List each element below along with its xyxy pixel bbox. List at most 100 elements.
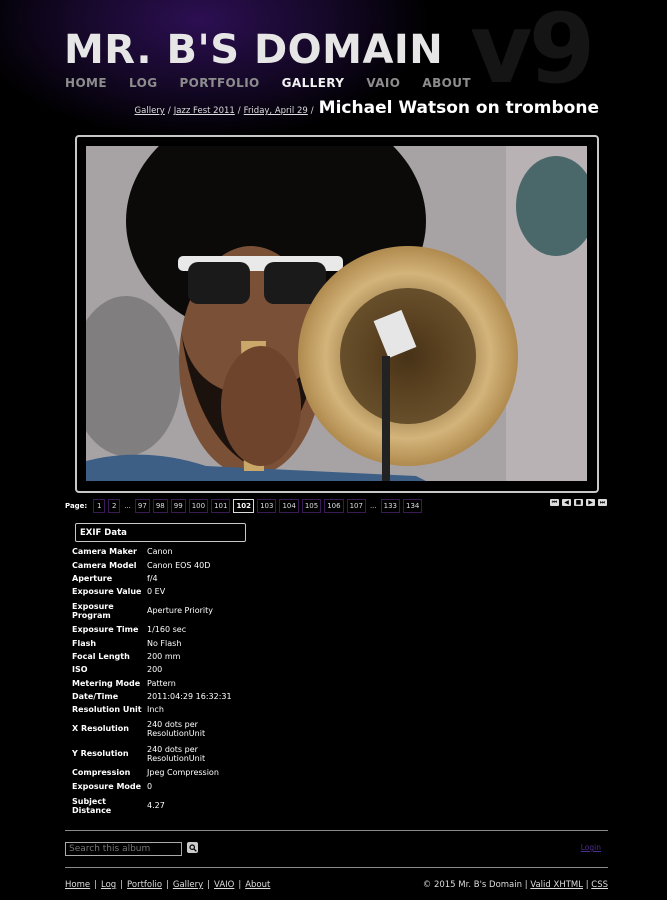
exif-key: Flash xyxy=(72,638,97,648)
exif-value: Pattern xyxy=(147,678,176,688)
footer-separator: | xyxy=(94,880,97,890)
exif-key: Date/Time xyxy=(72,692,119,701)
footer-link-vaio[interactable]: VAIO xyxy=(214,880,234,890)
page-title: Michael Watson on trombone xyxy=(318,98,599,118)
exif-key: Y Resolution xyxy=(72,749,129,758)
page-link[interactable]: 1 xyxy=(93,499,106,513)
exif-value: 200 xyxy=(147,665,163,674)
exif-key: Exposure Value xyxy=(72,587,142,596)
page-link[interactable]: 106 xyxy=(324,499,344,513)
breadcrumb-separator: / xyxy=(237,106,241,116)
exif-value: Canon xyxy=(147,547,173,556)
nav-gallery[interactable]: GALLERY xyxy=(282,76,345,90)
breadcrumb-jazz-fest[interactable]: Jazz Fest 2011 xyxy=(174,106,235,116)
exif-key: Resolution Unit xyxy=(72,705,142,714)
login-link[interactable]: Login xyxy=(581,843,601,852)
exif-key: Focal Length xyxy=(72,652,130,661)
pagination: Page: 1 2 ... 97 98 99 100 101 102 103 1… xyxy=(65,499,423,513)
page-link[interactable]: 133 xyxy=(380,499,400,513)
version-watermark: v9 xyxy=(470,0,595,105)
page-link[interactable]: 107 xyxy=(346,499,366,513)
footer-credits: © 2015 Mr. B's Domain | Valid XHTML | CS… xyxy=(423,880,608,890)
exif-key: ISO xyxy=(72,665,88,674)
css-link[interactable]: CSS xyxy=(591,880,608,890)
footer-link-gallery[interactable]: Gallery xyxy=(173,880,203,890)
exif-value: Canon EOS 40D xyxy=(147,560,211,570)
page-ellipsis: ... xyxy=(369,502,377,510)
page-link[interactable]: 97 xyxy=(134,499,150,513)
exif-key: Metering Mode xyxy=(72,678,141,688)
page-link[interactable]: 101 xyxy=(211,499,231,513)
nav-home[interactable]: HOME xyxy=(65,76,107,90)
exif-value: 200 mm xyxy=(147,652,181,661)
first-page-icon[interactable]: ⏮ xyxy=(550,499,559,506)
exif-heading: EXIF Data xyxy=(75,523,246,542)
nav-vaio[interactable]: VAIO xyxy=(366,76,400,90)
exif-value: 0 xyxy=(147,781,153,791)
breadcrumb-friday[interactable]: Friday, April 29 xyxy=(244,106,308,116)
page-link[interactable]: 100 xyxy=(188,499,209,513)
footer-link-log[interactable]: Log xyxy=(101,880,116,890)
footer-separator: | xyxy=(207,880,211,890)
exif-value: Inch xyxy=(147,705,164,714)
exif-value: Aperture Priority xyxy=(147,606,214,615)
breadcrumb-separator: / xyxy=(167,106,171,116)
breadcrumb: Gallery / Jazz Fest 2011 / Friday, April… xyxy=(135,98,599,118)
copyright-text: © 2015 Mr. B's Domain xyxy=(422,880,523,890)
footer-link-home[interactable]: Home xyxy=(65,880,90,890)
next-page-icon[interactable]: ▶ xyxy=(586,499,595,506)
exif-value: Jpeg Compression xyxy=(147,768,219,777)
page-link[interactable]: 99 xyxy=(170,499,186,513)
exif-table: Camera Maker Canon Camera Model Canon EOS … xyxy=(72,545,237,818)
prev-page-icon[interactable]: ◀ xyxy=(562,499,571,506)
footer-link-portfolio[interactable]: Portfolio xyxy=(127,880,162,890)
search-icon[interactable] xyxy=(187,842,198,853)
exif-value: 240 dots per ResolutionUnit xyxy=(147,719,206,738)
page-link[interactable]: 134 xyxy=(403,499,423,513)
page-link[interactable]: 2 xyxy=(108,499,121,513)
footer-nav: Home | Log | Portfolio | Gallery | VAIO | About xyxy=(65,880,270,890)
footer-separator: | xyxy=(238,880,242,890)
nav-portfolio[interactable]: PORTFOLIO xyxy=(179,76,259,90)
site-title[interactable]: MR. B'S DOMAIN xyxy=(64,26,443,74)
exif-value: 0 EV xyxy=(147,587,166,596)
photo-illustration xyxy=(86,146,587,481)
breadcrumb-separator: / xyxy=(310,106,314,116)
footer-link-about[interactable]: About xyxy=(245,880,270,890)
exif-key: Compression xyxy=(72,768,131,777)
exif-value: 240 dots per ResolutionUnit xyxy=(147,744,206,763)
slideshow-icon[interactable]: ■ xyxy=(574,499,583,506)
exif-key: X Resolution xyxy=(72,724,129,733)
nav-about[interactable]: ABOUT xyxy=(422,76,471,90)
current-page: 102 xyxy=(233,499,255,513)
page-ellipsis: ... xyxy=(124,502,131,510)
exif-key: Exposure Program xyxy=(72,601,114,620)
exif-key: Camera Model xyxy=(72,560,137,570)
exif-key: Exposure Time xyxy=(72,625,139,634)
page-link[interactable]: 103 xyxy=(257,499,277,513)
nav-log[interactable]: LOG xyxy=(129,76,157,90)
exif-key: Camera Maker xyxy=(72,547,137,556)
exif-value: 4.27 xyxy=(147,801,165,810)
exif-key: Exposure Mode xyxy=(72,781,142,791)
breadcrumb-gallery[interactable]: Gallery xyxy=(135,106,165,116)
main-nav: HOME LOG PORTFOLIO GALLERY VAIO ABOUT xyxy=(65,76,471,90)
valid-xhtml-link[interactable]: Valid XHTML xyxy=(530,880,583,890)
last-page-icon[interactable]: ⏭ xyxy=(598,499,607,506)
page-link[interactable]: 98 xyxy=(152,499,168,513)
exif-value: No Flash xyxy=(147,638,182,648)
divider xyxy=(65,867,608,868)
footer-separator: | xyxy=(166,880,169,890)
exif-value: 2011:04:29 16:32:31 xyxy=(147,692,232,701)
exif-key: Aperture xyxy=(72,574,113,583)
footer-separator: | xyxy=(120,880,124,890)
divider xyxy=(65,830,608,831)
page-link[interactable]: 104 xyxy=(279,499,299,513)
exif-value: 1/160 sec xyxy=(147,625,187,634)
page-link[interactable]: 105 xyxy=(301,499,322,513)
pagination-label: Page: xyxy=(65,502,88,510)
exif-value: f/4 xyxy=(147,574,158,583)
exif-key: Subject Distance xyxy=(72,796,112,815)
search-input[interactable] xyxy=(65,842,182,856)
trombone-photo[interactable] xyxy=(86,146,587,481)
